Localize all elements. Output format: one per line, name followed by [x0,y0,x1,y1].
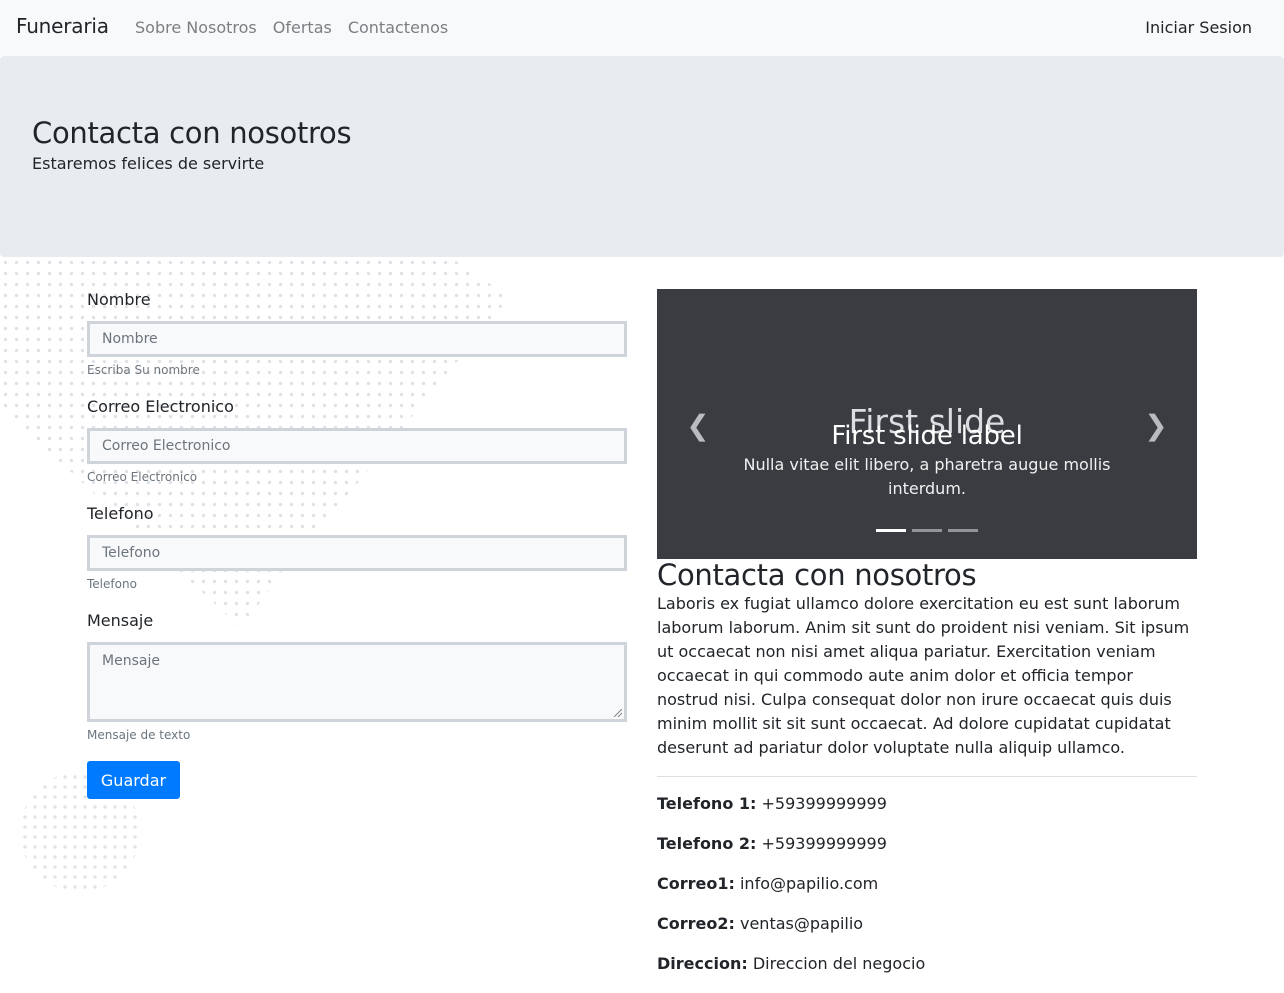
contact-item-value: Direccion del negocio [752,954,926,973]
jumbotron: Contacta con nosotros Estaremos felices … [0,56,1284,257]
email-help-text: Correo Electronico [87,470,198,484]
email-input[interactable] [87,428,627,464]
contact-item-value: +59399999999 [761,834,887,853]
caption-title: First slide label [831,421,1023,451]
carousel: First slide First slide label Nulla vita… [657,289,1197,559]
email-label: Correo Electronico [87,397,234,416]
phone-label: Telefono [87,504,154,523]
message-help-text: Mensaje de texto [87,728,191,742]
message-field-group: Mensaje Mensaje de texto [87,611,627,744]
save-button[interactable]: Guardar [87,761,180,799]
login-link[interactable]: Iniciar Sesion [1145,18,1252,37]
contact-item-value: +59399999999 [761,794,887,813]
contact-item-phone1: Telefono 1: +59399999999 [657,793,1197,833]
chevron-left-icon[interactable]: ❮ [683,409,713,442]
message-wrapper [87,642,627,722]
contact-item-label: Telefono 1: [657,794,757,813]
contact-item-value: ventas@papilio [739,914,864,933]
resize-handle-icon[interactable] [614,709,622,717]
contact-item-email2: Correo2: ventas@papilio [657,913,1197,953]
contact-item-label: Telefono 2: [657,834,757,853]
nav-link-sobre-nosotros[interactable]: Sobre Nosotros [135,18,257,37]
message-label: Mensaje [87,611,154,630]
phone-input[interactable] [87,535,627,571]
contact-description: Laboris ex fugiat ullamco dolore exercit… [657,594,1190,757]
carousel-indicator-2[interactable] [912,529,942,532]
navbar: Funeraria Sobre Nosotros Ofertas Contact… [0,0,1284,56]
page-subtitle: Estaremos felices de servirte [32,154,265,173]
nav-links: Sobre Nosotros Ofertas Contactenos [135,18,448,37]
phone-field-group: Telefono Telefono [87,504,627,593]
carousel-caption: First slide label Nulla vitae elit liber… [737,421,1117,501]
email-field-group: Correo Electronico Correo Electronico [87,397,627,486]
contact-form: Nombre Escriba Su nombre Correo Electron… [87,290,627,762]
carousel-indicator-3[interactable] [948,529,978,532]
contact-item-label: Direccion: [657,954,748,973]
contact-item-address: Direccion: Direccion del negocio [657,953,1197,993]
contact-item-label: Correo1: [657,874,735,893]
contact-item-phone2: Telefono 2: +59399999999 [657,833,1197,873]
phone-help-text: Telefono [87,577,137,591]
contact-title: Contacta con nosotros [657,558,977,592]
brand-link[interactable]: Funeraria [16,14,109,38]
message-textarea[interactable] [87,642,627,722]
caption-text: Nulla vitae elit libero, a pharetra augu… [743,455,1111,498]
name-field-group: Nombre Escriba Su nombre [87,290,627,379]
carousel-indicators [876,529,978,532]
contact-info-list: Telefono 1: +59399999999 Telefono 2: +59… [657,793,1197,993]
name-input[interactable] [87,321,627,357]
divider [657,776,1197,777]
contact-item-email1: Correo1: info@papilio.com [657,873,1197,913]
nav-link-contactenos[interactable]: Contactenos [348,18,448,37]
chevron-right-icon[interactable]: ❯ [1141,409,1171,442]
name-label: Nombre [87,290,151,309]
nav-link-ofertas[interactable]: Ofertas [273,18,332,37]
contact-item-value: info@papilio.com [739,874,879,893]
name-help-text: Escriba Su nombre [87,363,200,377]
contact-item-label: Correo2: [657,914,735,933]
carousel-indicator-1[interactable] [876,529,906,532]
page-title: Contacta con nosotros [32,116,352,150]
